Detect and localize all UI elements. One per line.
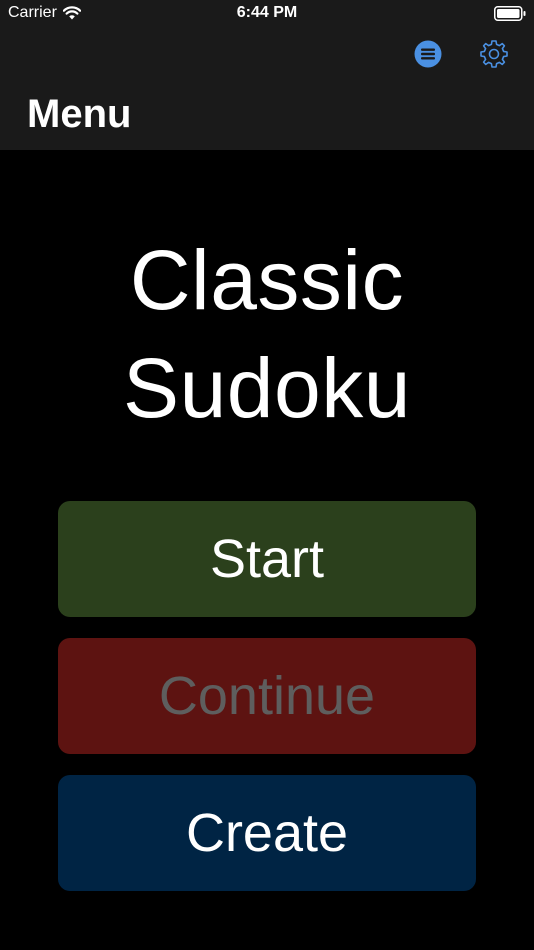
- continue-button[interactable]: Continue: [58, 638, 476, 754]
- page-title: Menu: [27, 92, 132, 136]
- status-bar: Carrier 6:44 PM: [0, 0, 534, 28]
- navigation-bar: Menu: [0, 28, 534, 150]
- settings-button[interactable]: [477, 37, 511, 71]
- game-title-line-2: Sudoku: [123, 341, 411, 435]
- create-button[interactable]: Create: [58, 775, 476, 891]
- start-button[interactable]: Start: [58, 501, 476, 617]
- list-button[interactable]: [411, 37, 445, 71]
- game-title-line-1: Classic: [129, 233, 405, 327]
- status-time: 6:44 PM: [236, 4, 298, 21]
- game-title: Classic Sudoku: [0, 226, 534, 442]
- battery-icon: [494, 6, 526, 21]
- list-icon: [414, 40, 442, 68]
- gear-icon: [480, 40, 508, 68]
